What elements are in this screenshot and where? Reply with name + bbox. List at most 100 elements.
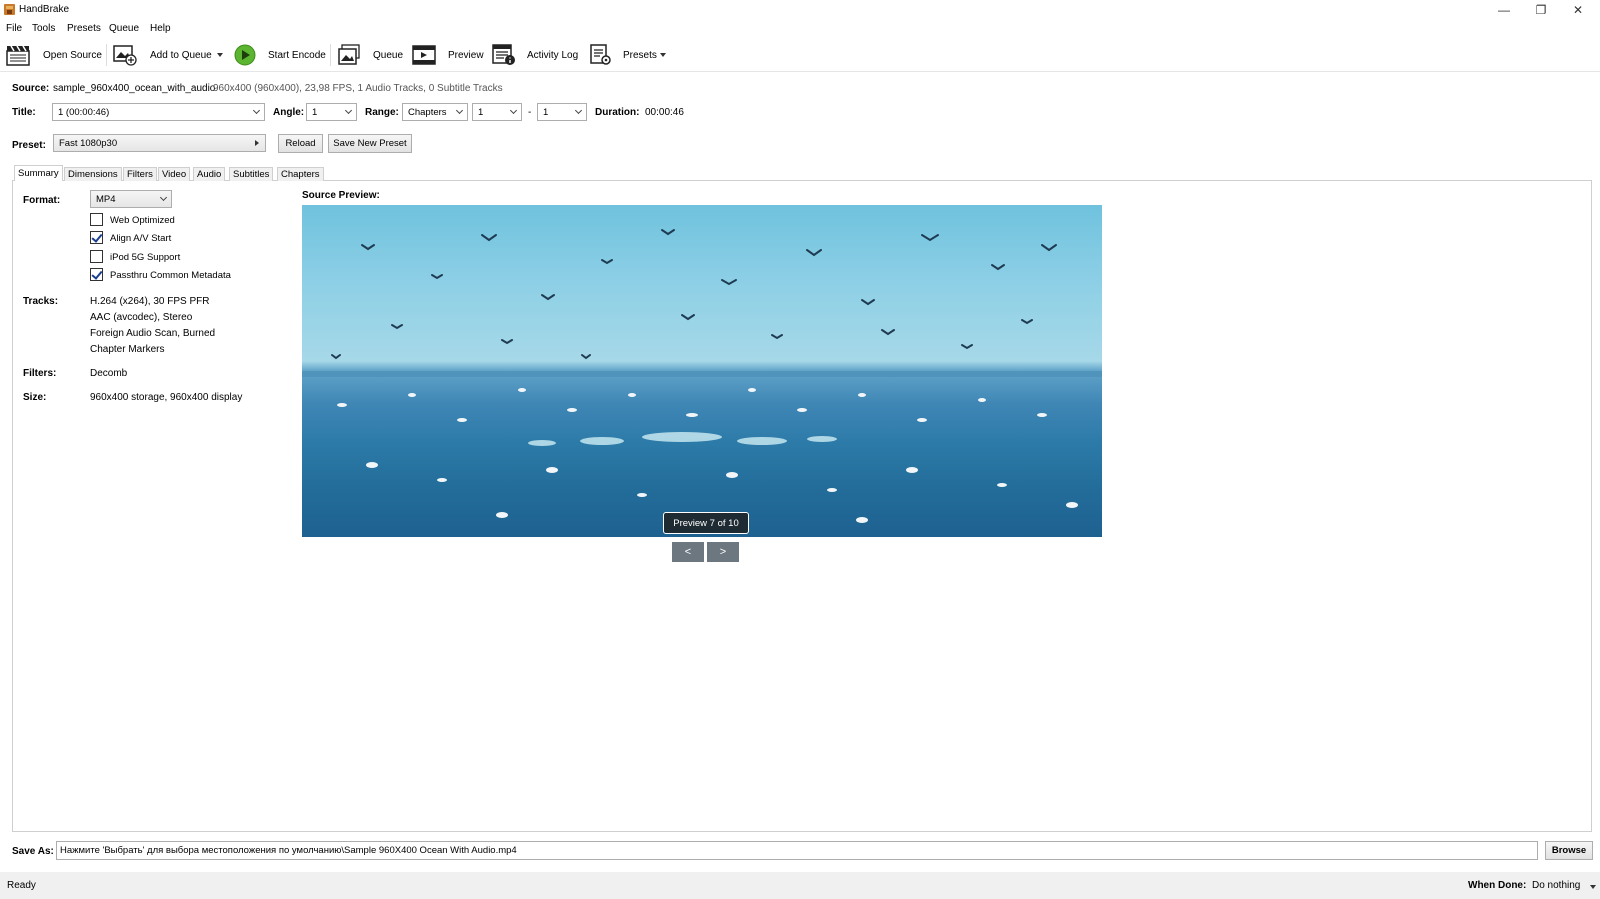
when-done-label: When Done: xyxy=(1468,880,1527,891)
play-icon xyxy=(234,44,256,66)
range-start-value: 1 xyxy=(478,107,484,118)
menu-presets[interactable]: Presets xyxy=(67,23,101,34)
passthru-metadata-checkbox[interactable] xyxy=(90,268,103,281)
passthru-metadata-label: Passthru Common Metadata xyxy=(110,270,231,281)
range-end-select[interactable]: 1 xyxy=(537,103,587,121)
presets-dropdown-icon[interactable] xyxy=(660,53,666,57)
chevron-down-icon xyxy=(344,106,353,115)
seabirds-scene xyxy=(302,229,1102,523)
save-new-preset-button[interactable]: Save New Preset xyxy=(328,134,412,153)
title-select-value: 1 (00:00:46) xyxy=(58,107,110,118)
chevron-down-icon xyxy=(1590,885,1596,889)
range-start-select[interactable]: 1 xyxy=(472,103,522,121)
close-button[interactable]: ✕ xyxy=(1560,0,1596,19)
menu-queue[interactable]: Queue xyxy=(109,23,139,34)
status-bar: Ready When Done: Do nothing xyxy=(0,872,1600,899)
save-as-label: Save As: xyxy=(12,846,54,857)
angle-select[interactable]: 1 xyxy=(306,103,357,121)
source-name: sample_960x400_ocean_with_audio xyxy=(53,83,216,94)
when-done-value: Do nothing xyxy=(1532,880,1581,891)
chevron-down-icon xyxy=(159,193,168,202)
range-label: Range: xyxy=(365,107,399,118)
tracks-label: Tracks: xyxy=(23,296,59,307)
filters-label: Filters: xyxy=(23,368,57,379)
restore-button[interactable]: ❐ xyxy=(1523,0,1559,19)
toolbar-separator xyxy=(106,44,107,66)
angle-label: Angle: xyxy=(273,107,305,118)
next-preview-button[interactable]: > xyxy=(706,541,740,563)
duration-label: Duration: xyxy=(595,107,640,118)
format-select-value: MP4 xyxy=(96,194,116,205)
source-label: Source: xyxy=(12,83,50,94)
tab-filters[interactable]: Filters xyxy=(123,167,157,181)
save-as-input[interactable]: Нажмите 'Выбрать' для выбора местоположе… xyxy=(56,841,1538,860)
menu-bar: File Tools Presets Queue Help xyxy=(0,19,1600,38)
toolbar-separator xyxy=(330,44,331,66)
clapperboard-icon xyxy=(6,45,30,66)
when-done-select[interactable]: Do nothing xyxy=(1532,878,1596,894)
web-optimized-label: Web Optimized xyxy=(110,215,175,226)
handbrake-logo-icon xyxy=(4,4,15,15)
track-item: AAC (avcodec), Stereo xyxy=(90,312,193,323)
duration-value: 00:00:46 xyxy=(645,107,684,118)
source-preview-image xyxy=(302,205,1102,537)
title-select[interactable]: 1 (00:00:46) xyxy=(52,103,265,121)
browse-button[interactable]: Browse xyxy=(1545,841,1593,860)
tab-summary[interactable]: Summary xyxy=(14,165,63,181)
reload-button[interactable]: Reload xyxy=(278,134,323,153)
add-to-queue-label: Add to Queue xyxy=(150,50,212,61)
queue-icon xyxy=(338,44,360,65)
range-type-select[interactable]: Chapters xyxy=(402,103,468,121)
activity-log-icon xyxy=(492,44,515,65)
tab-chapters[interactable]: Chapters xyxy=(277,167,324,181)
format-label: Format: xyxy=(23,195,61,206)
window-title: HandBrake xyxy=(19,4,70,15)
chevron-down-icon xyxy=(574,106,583,115)
menu-file[interactable]: File xyxy=(6,23,22,34)
start-encode-label: Start Encode xyxy=(268,50,326,61)
preset-select[interactable]: Fast 1080p30 xyxy=(53,134,266,152)
size-label: Size: xyxy=(23,392,47,403)
track-item: H.264 (x264), 30 FPS PFR xyxy=(90,296,210,307)
previous-preview-button[interactable]: < xyxy=(671,541,705,563)
preview-counter-badge: Preview 7 of 10 xyxy=(663,512,749,534)
chevron-right-icon xyxy=(255,140,259,146)
preset-label: Preset: xyxy=(12,140,46,151)
align-av-start-checkbox[interactable] xyxy=(90,231,103,244)
range-separator: - xyxy=(528,107,532,118)
open-source-label: Open Source xyxy=(43,50,102,61)
align-av-start-label: Align A/V Start xyxy=(110,233,172,244)
add-to-queue-icon xyxy=(113,45,137,66)
menu-tools[interactable]: Tools xyxy=(32,23,55,34)
tab-dimensions[interactable]: Dimensions xyxy=(64,167,122,181)
presets-icon xyxy=(590,44,611,65)
presets-label: Presets xyxy=(623,50,657,61)
title-label: Title: xyxy=(12,107,36,118)
tab-subtitles[interactable]: Subtitles xyxy=(229,167,274,181)
title-bar: HandBrake — ❐ ✕ xyxy=(0,0,1600,19)
toolbar: Open Source Add to Queue Start Encode Qu… xyxy=(0,38,1600,72)
tab-audio[interactable]: Audio xyxy=(193,167,226,181)
tab-video[interactable]: Video xyxy=(158,167,191,181)
chevron-down-icon xyxy=(509,106,518,115)
minimize-button[interactable]: — xyxy=(1486,0,1522,19)
angle-select-value: 1 xyxy=(312,107,318,118)
preset-select-value: Fast 1080p30 xyxy=(59,138,118,149)
status-text: Ready xyxy=(7,880,36,891)
chevron-down-icon xyxy=(252,106,261,115)
chevron-down-icon xyxy=(455,106,464,115)
add-to-queue-dropdown-icon[interactable] xyxy=(217,53,223,57)
track-item: Chapter Markers xyxy=(90,344,165,355)
web-optimized-checkbox[interactable] xyxy=(90,213,103,226)
film-preview-icon xyxy=(412,45,436,65)
source-info: 960x400 (960x400), 23,98 FPS, 1 Audio Tr… xyxy=(213,83,503,94)
track-item: Foreign Audio Scan, Burned xyxy=(90,328,216,339)
range-end-value: 1 xyxy=(543,107,549,118)
menu-help[interactable]: Help xyxy=(150,23,171,34)
filters-value: Decomb xyxy=(90,368,128,379)
range-type-value: Chapters xyxy=(408,107,447,118)
activity-log-label: Activity Log xyxy=(527,50,579,61)
format-select[interactable]: MP4 xyxy=(90,190,172,208)
ipod-5g-support-checkbox[interactable] xyxy=(90,250,103,263)
ipod-5g-support-label: iPod 5G Support xyxy=(110,252,181,263)
